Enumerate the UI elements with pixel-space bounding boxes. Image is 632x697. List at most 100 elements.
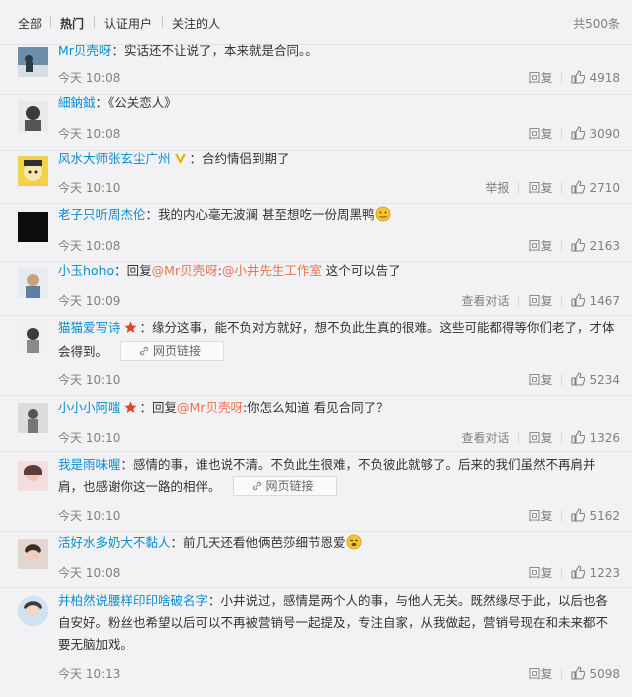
comment-username[interactable]: 老子只听周杰伦 bbox=[58, 207, 146, 222]
like-button[interactable]: 1223 bbox=[571, 565, 620, 580]
tab-divider bbox=[94, 16, 95, 28]
web-link-button[interactable]: 网页链接 bbox=[232, 476, 337, 496]
reply-button[interactable]: 回复 bbox=[528, 371, 552, 388]
comment-text: ：《公关恋人》 bbox=[95, 95, 177, 110]
comment-item: Mr贝壳呀：实话还不让说了，本来就是合同。。 今天 10:08 回复 4918 bbox=[0, 43, 632, 95]
tab-divider bbox=[50, 16, 51, 28]
comment-username[interactable]: 风水大师张玄尘广州 bbox=[58, 151, 171, 166]
comment-text: ：实话还不让说了，本来就是合同。。 bbox=[111, 43, 318, 58]
comment-username[interactable]: 我是雨味喔 bbox=[58, 457, 121, 472]
comment-username[interactable]: 小玉hoho bbox=[58, 263, 114, 278]
like-button[interactable]: 1467 bbox=[571, 293, 620, 308]
avatar[interactable] bbox=[18, 268, 48, 298]
comment-text: ：前几天还看他俩芭莎细节恩爱 bbox=[170, 535, 346, 550]
comment-item: 猫猫爱写诗 ：缘分这事，能不负对方就好，想不负此生真的很难。这些可能都得等你们老了… bbox=[0, 315, 632, 396]
web-link-label: 网页链接 bbox=[265, 479, 314, 493]
mention-link[interactable]: @Mr贝壳呀 bbox=[152, 263, 218, 278]
like-button[interactable]: 1326 bbox=[571, 430, 620, 445]
like-button[interactable]: 5162 bbox=[571, 508, 620, 523]
view-conversation-button[interactable]: 查看对话 bbox=[461, 292, 509, 309]
action-divider bbox=[561, 71, 563, 84]
report-button[interactable]: 举报 bbox=[485, 179, 509, 196]
reply-button[interactable]: 回复 bbox=[528, 179, 552, 196]
comment-text: ：回复 bbox=[114, 263, 152, 278]
comment-item: 細鈉鉞：《公关恋人》 今天 10:08 回复 3090 bbox=[0, 94, 632, 151]
thumbs-up-icon bbox=[571, 666, 586, 680]
reply-button[interactable]: 回复 bbox=[528, 292, 552, 309]
thumbs-up-icon bbox=[571, 372, 586, 386]
avatar[interactable] bbox=[18, 461, 48, 491]
reply-button[interactable]: 回复 bbox=[528, 564, 552, 581]
action-divider bbox=[561, 294, 563, 307]
star-badge-icon bbox=[124, 399, 137, 421]
reply-button[interactable]: 回复 bbox=[528, 125, 552, 142]
comment-actions: 回复 5098 bbox=[528, 665, 620, 682]
emoji-icon bbox=[346, 534, 362, 557]
comment-time: 今天 10:10 bbox=[58, 509, 121, 523]
web-link-button[interactable]: 网页链接 bbox=[120, 341, 225, 361]
like-button[interactable]: 2163 bbox=[571, 238, 620, 253]
comment-actions: 回复 5162 bbox=[528, 507, 620, 524]
like-count: 1223 bbox=[589, 566, 620, 580]
like-count: 5162 bbox=[589, 509, 620, 523]
avatar[interactable] bbox=[18, 47, 48, 77]
comment-item: 我是雨味喔：感情的事，谁也说不清。不负此生很难，不负彼此就够了。后来的我们虽然不… bbox=[0, 451, 632, 532]
comment-username[interactable]: 活好水多奶大不黏人 bbox=[58, 535, 171, 550]
reply-button[interactable]: 回复 bbox=[528, 69, 552, 86]
comment-content: 老子只听周杰伦：我的内心毫无波澜 甚至想吃一份周黑鸭 bbox=[58, 204, 620, 229]
comment-username[interactable]: Mr贝壳呀 bbox=[58, 43, 111, 58]
tab-divider bbox=[162, 16, 163, 28]
reply-button[interactable]: 回复 bbox=[528, 429, 552, 446]
tab-verified[interactable]: 认证用户 bbox=[104, 15, 152, 32]
link-icon bbox=[252, 481, 261, 491]
comment-username[interactable]: 猫猫爱写诗 bbox=[58, 320, 121, 335]
like-count: 2710 bbox=[589, 181, 620, 195]
comment-time: 今天 10:08 bbox=[58, 127, 121, 141]
reply-button[interactable]: 回复 bbox=[528, 507, 552, 524]
reply-button[interactable]: 回复 bbox=[528, 665, 552, 682]
like-button[interactable]: 3090 bbox=[571, 126, 620, 141]
comment-text: ：回复 bbox=[139, 400, 178, 415]
avatar[interactable] bbox=[18, 539, 48, 569]
comment-text: ：我的内心毫无波澜 甚至想吃一份周黑鸭 bbox=[145, 207, 375, 222]
like-count: 3090 bbox=[589, 127, 620, 141]
comment-content: 小小小阿嗤 ：回复@Mr贝壳呀:你怎么知道 看见合同了？ bbox=[58, 397, 620, 421]
comment-item: 小小小阿嗤 ：回复@Mr贝壳呀:你怎么知道 看见合同了？ 今天 10:10 查看对… bbox=[0, 395, 632, 452]
avatar[interactable] bbox=[18, 212, 48, 242]
mention-link[interactable]: @小井先生工作室 bbox=[222, 263, 322, 278]
reply-button[interactable]: 回复 bbox=[528, 237, 552, 254]
like-button[interactable]: 4918 bbox=[571, 70, 620, 85]
comment-content: 猫猫爱写诗 ：缘分这事，能不负对方就好，想不负此生真的很难。这些可能都得等你们老了… bbox=[58, 317, 620, 363]
like-button[interactable]: 5234 bbox=[571, 372, 620, 387]
comment-username[interactable]: 并柏然说腰样印印啥破名字 bbox=[58, 593, 208, 608]
action-divider bbox=[561, 127, 563, 140]
comment-username[interactable]: 小小小阿嗤 bbox=[58, 400, 121, 415]
comment-text: ：合约情侣到期了 bbox=[189, 151, 290, 166]
comment-time: 今天 10:10 bbox=[58, 431, 121, 445]
avatar[interactable] bbox=[18, 101, 48, 131]
avatar[interactable] bbox=[18, 403, 48, 433]
comment-time: 今天 10:08 bbox=[58, 566, 121, 580]
web-link-label: 网页链接 bbox=[153, 344, 202, 358]
like-count: 5234 bbox=[589, 373, 620, 387]
like-button[interactable]: 2710 bbox=[571, 180, 620, 195]
comment-actions: 举报 回复 2710 bbox=[485, 179, 620, 196]
comment-username[interactable]: 細鈉鉞 bbox=[58, 95, 96, 110]
like-count: 1467 bbox=[589, 294, 620, 308]
like-button[interactable]: 5098 bbox=[571, 666, 620, 681]
avatar[interactable] bbox=[18, 156, 48, 186]
tab-hot[interactable]: 热门 bbox=[60, 15, 84, 32]
tab-all[interactable]: 全部 bbox=[18, 15, 42, 32]
avatar[interactable] bbox=[18, 323, 48, 353]
action-divider bbox=[561, 239, 563, 252]
action-divider bbox=[561, 181, 563, 194]
like-count: 2163 bbox=[589, 239, 620, 253]
tab-following[interactable]: 关注的人 bbox=[172, 15, 220, 32]
view-conversation-button[interactable]: 查看对话 bbox=[461, 429, 509, 446]
avatar[interactable] bbox=[18, 596, 48, 626]
thumbs-up-icon bbox=[571, 508, 586, 522]
comment-actions: 回复 4918 bbox=[528, 69, 620, 86]
comment-item: 风水大师张玄尘广州 ：合约情侣到期了 今天 10:10 举报 回复 2710 bbox=[0, 150, 632, 204]
mention-link[interactable]: @Mr贝壳呀 bbox=[177, 400, 243, 415]
thumbs-up-icon bbox=[571, 293, 586, 307]
